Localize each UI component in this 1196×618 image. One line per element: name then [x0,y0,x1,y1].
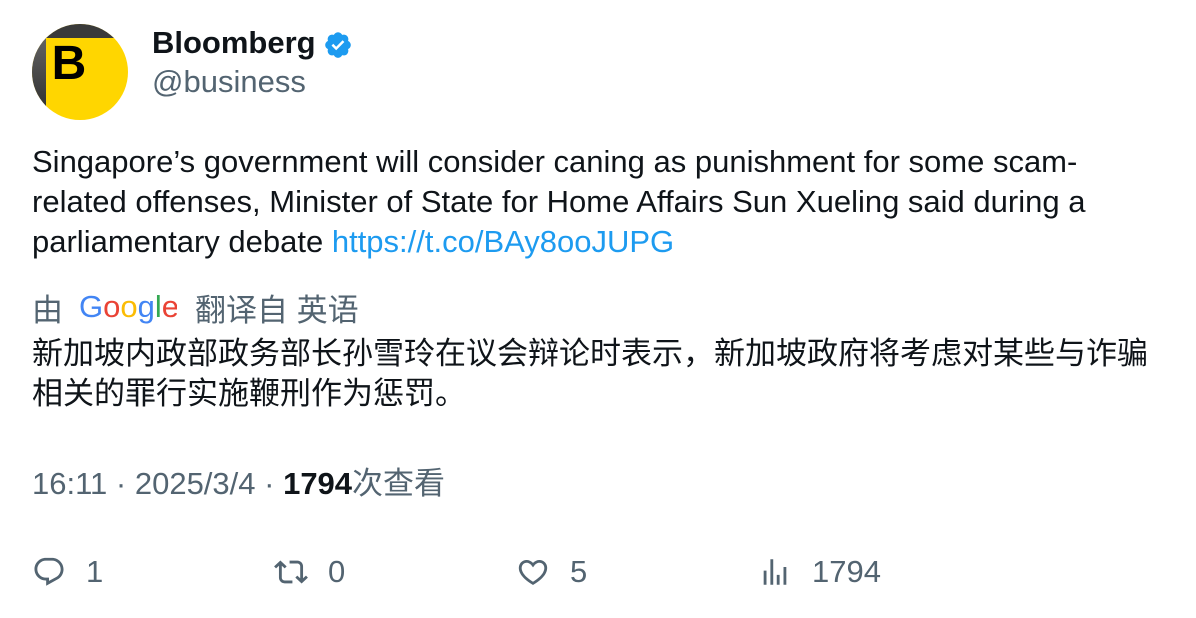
tweet-text: Singapore’s government will consider can… [32,142,1172,262]
meta-separator: · [255,466,284,501]
avatar[interactable]: B [32,24,128,120]
translated-text: 新加坡内政部政务部长孙雪玲在议会辩论时表示，新加坡政府将考虑对某些与诈骗相关的罪… [32,336,1148,412]
heart-icon [518,559,548,585]
verified-badge-icon [324,31,351,58]
retweet-button[interactable]: 0 [274,552,345,592]
handle[interactable]: @business [152,64,353,100]
meta-separator: · [107,466,135,501]
views-button[interactable]: 1794 [758,552,881,592]
action-bar: 1 0 5 1794 [32,552,1172,592]
views-count: 1794 [283,466,353,501]
tweet-header: B Bloomberg @business [32,24,353,120]
translated-by-label: 由 [32,292,63,328]
google-logo-icon: Google [79,289,177,324]
tweet-link[interactable]: https://t.co/BAy8ooJUPG [332,224,674,259]
tweet-date[interactable]: 2025/3/4 [135,464,256,504]
author-names: Bloomberg @business [152,24,353,100]
retweet-icon [274,560,308,584]
google-logo: Google [79,287,177,327]
reply-button[interactable]: 1 [32,552,103,592]
views-count-action: 1794 [812,554,881,589]
like-count: 5 [570,554,588,589]
avatar-letter: B [51,36,87,90]
retweet-count: 0 [328,554,346,589]
display-name[interactable]: Bloomberg [152,25,316,61]
svg-text:Google: Google [79,289,177,324]
translation-attribution: 由 Google 翻译自 英语 [32,287,359,328]
reply-count: 1 [86,554,104,589]
like-button[interactable]: 5 [516,552,587,592]
display-name-row: Bloomberg [152,24,353,62]
views-label: 次查看 [352,466,446,501]
tweet-meta: 16:11 · 2025/3/4 · 1794 次查看 [32,464,445,504]
reply-icon [34,557,64,586]
translated-from-label: 翻译自 英语 [195,292,359,328]
views-icon [763,559,787,585]
tweet-time[interactable]: 16:11 [32,464,107,504]
